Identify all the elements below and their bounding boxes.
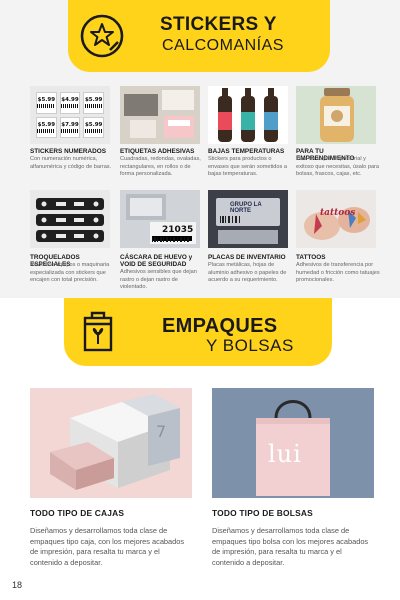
bag-logo-text: lui xyxy=(268,440,302,468)
shopping-bag-icon xyxy=(83,311,113,352)
sticker-description: Dale un toque empresarial y exitoso que … xyxy=(296,156,380,178)
price-tag: $5.99 xyxy=(36,116,57,138)
bags-image: lui xyxy=(212,388,374,498)
box-number-text: 7 xyxy=(156,422,167,441)
tattoos-image: tattoos xyxy=(296,190,376,248)
sticker-title: STICKERS NUMERADOS xyxy=(30,148,106,155)
security-void-image: 21035 xyxy=(120,190,200,248)
stickers-banner: STICKERS Y CALCOMANÍAS xyxy=(68,0,330,72)
price-tag: $4.99 xyxy=(59,92,81,114)
sticker-description: Adhesivos sensibles que dejan rastro o d… xyxy=(120,269,197,291)
packaging-title: EMPAQUES xyxy=(162,315,278,337)
sticker-description: Cuadradas, redondas, ovaladas, rectangul… xyxy=(120,156,201,178)
sticker-description: Con numeración numérica, alfanumérica y … xyxy=(30,156,112,170)
price-tag: $5.99 xyxy=(36,92,57,114)
page-number: 18 xyxy=(12,580,23,590)
sticker-title: TATTOOS xyxy=(296,254,326,261)
egg-shell-number: 21035 xyxy=(162,225,194,235)
bags-title: TODO TIPO DE BOLSAS xyxy=(212,508,313,518)
tattoo-script-text: tattoos xyxy=(320,208,356,218)
packaging-subtitle: Y BOLSAS xyxy=(206,336,294,355)
inventory-plates-image: GRUPO LA NORTE xyxy=(208,190,288,248)
sticker-star-icon xyxy=(80,14,124,58)
numbered-stickers-image: $5.99 $4.99 $5.99 $5.99 $7.99 $5.99 xyxy=(30,86,110,144)
plate-brand-text: GRUPO LA NORTE xyxy=(230,202,262,214)
price-tag: $7.99 xyxy=(59,116,81,138)
entrepreneur-jar-image xyxy=(296,86,376,144)
packaging-banner: EMPAQUES Y BOLSAS xyxy=(64,298,332,366)
sticker-title: BAJAS TEMPERATURAS xyxy=(208,148,285,155)
stickers-title: STICKERS Y xyxy=(160,14,277,35)
boxes-title: TODO TIPO DE CAJAS xyxy=(30,508,125,518)
stickers-subtitle: CALCOMANÍAS xyxy=(162,37,284,54)
sticker-description: Revitalice equipos o maquinaria especial… xyxy=(30,262,110,284)
low-temperature-image xyxy=(208,86,288,144)
sticker-title: CÁSCARA DE HUEVO y VOID DE SEGURIDAD xyxy=(120,254,193,268)
bags-description: Diseñamos y desarrollamos toda clase de … xyxy=(212,526,369,567)
adhesive-labels-image xyxy=(120,86,200,144)
price-tag: $5.99 xyxy=(83,116,104,138)
price-tag: $5.99 xyxy=(83,92,104,114)
boxes-description: Diseñamos y desarrollamos toda clase de … xyxy=(30,526,185,567)
boxes-image: 7 xyxy=(30,388,192,498)
sticker-description: Stickers para productos o envases que se… xyxy=(208,156,287,178)
die-cut-image xyxy=(30,190,110,248)
sticker-description: Placas metálicas, hojas de aluminio adhe… xyxy=(208,262,287,284)
sticker-description: Adhesivos de transferencia por humedad o… xyxy=(296,262,380,284)
sticker-title: PLACAS DE INVENTARIO xyxy=(208,254,286,261)
sticker-title: ETIQUETAS ADHESIVAS xyxy=(120,148,195,155)
